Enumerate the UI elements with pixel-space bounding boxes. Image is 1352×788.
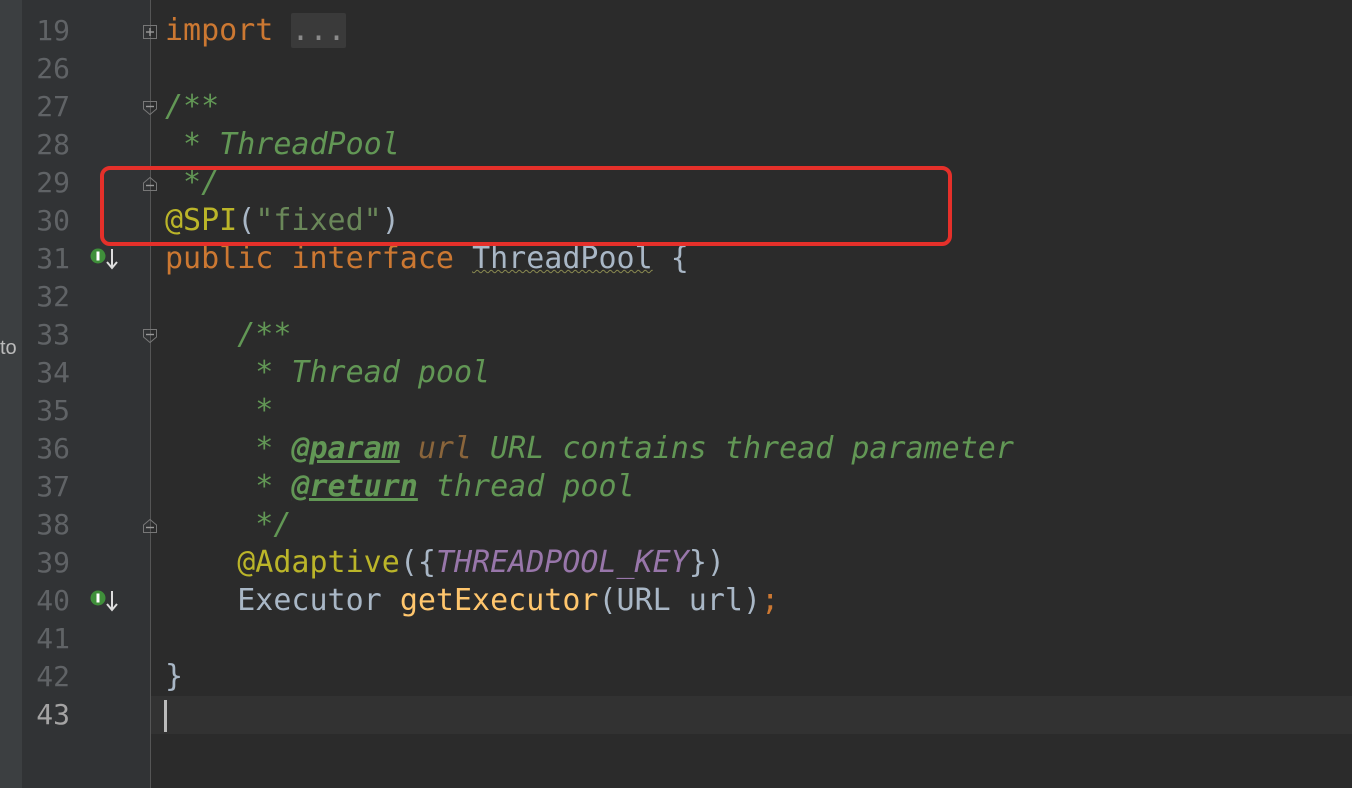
line-number: 41: [36, 622, 70, 655]
code-token: (URL url): [598, 583, 762, 618]
line-number: 40: [36, 584, 70, 617]
implemented-method-icon[interactable]: [90, 589, 120, 613]
line-number: 34: [36, 356, 70, 389]
code-line[interactable]: 40 Executor getExecutor(URL url);: [0, 582, 1352, 620]
code-line[interactable]: 41: [0, 620, 1352, 658]
collapse-fold-icon[interactable]: [143, 100, 157, 116]
line-number: 37: [36, 470, 70, 503]
code-line[interactable]: 36 * @param url URL contains thread para…: [0, 430, 1352, 468]
line-number: 43: [36, 698, 70, 731]
code-token: * Thread pool: [165, 355, 491, 390]
code-token: URL contains thread parameter: [472, 431, 1014, 466]
line-number: 30: [36, 204, 70, 237]
code-text[interactable]: @Adaptive({THREADPOOL_KEY}): [165, 544, 725, 582]
code-line[interactable]: 27 /**: [0, 88, 1352, 126]
code-text[interactable]: import ...: [165, 12, 346, 50]
line-number: 32: [36, 280, 70, 313]
code-token: import: [165, 13, 274, 48]
line-number: 36: [36, 432, 70, 465]
code-text[interactable]: * Thread pool: [165, 354, 490, 392]
code-text[interactable]: }: [165, 658, 183, 696]
code-token: ThreadPool: [472, 241, 653, 276]
code-text[interactable]: * ThreadPool: [165, 126, 400, 164]
code-token: /**: [165, 89, 220, 124]
code-token: @return: [291, 469, 418, 504]
annotation-highlight-box: [100, 166, 952, 246]
code-line[interactable]: 32: [0, 278, 1352, 316]
code-token: *: [165, 469, 292, 504]
code-line[interactable]: 26: [0, 50, 1352, 88]
code-line[interactable]: 35 *: [0, 392, 1352, 430]
line-number: 42: [36, 660, 70, 693]
code-text[interactable]: /**: [165, 316, 291, 354]
code-token: *: [165, 393, 274, 428]
code-text[interactable]: Executor getExecutor(URL url);: [165, 582, 779, 620]
code-text[interactable]: *: [165, 392, 273, 430]
code-token: THREADPOOL_KEY: [435, 545, 689, 580]
code-token: interface: [291, 241, 454, 276]
code-token: }: [165, 659, 184, 694]
code-token: ({: [399, 545, 436, 580]
code-token: url: [417, 431, 473, 466]
code-line[interactable]: 38 */: [0, 506, 1352, 544]
line-number: 28: [36, 128, 70, 161]
line-number: 19: [36, 14, 70, 47]
code-token: thread pool: [417, 469, 635, 504]
code-token: ...: [291, 13, 346, 48]
collapse-fold-icon[interactable]: [143, 328, 157, 344]
code-token: @param: [291, 431, 400, 466]
line-number: 27: [36, 90, 70, 123]
code-text[interactable]: */: [165, 506, 291, 544]
line-number: 29: [36, 166, 70, 199]
line-number-partial: 18: [34, 0, 84, 8]
expand-fold-icon[interactable]: [143, 24, 157, 39]
line-number: 31: [36, 242, 70, 275]
code-line[interactable]: 42}: [0, 658, 1352, 696]
code-line[interactable]: 33 /**: [0, 316, 1352, 354]
line-number: 38: [36, 508, 70, 541]
code-line[interactable]: 34 * Thread pool: [0, 354, 1352, 392]
code-line[interactable]: 39 @Adaptive({THREADPOOL_KEY}): [0, 544, 1352, 582]
line-number: 33: [36, 318, 70, 351]
code-token: Executor: [165, 583, 400, 618]
line-number: 26: [36, 52, 70, 85]
code-token: }): [688, 545, 725, 580]
code-token: *: [165, 431, 292, 466]
collapse-fold-icon[interactable]: [143, 518, 157, 533]
code-line[interactable]: 37 * @return thread pool: [0, 468, 1352, 506]
code-token: ;: [761, 583, 780, 618]
collapse-fold-icon[interactable]: [143, 176, 157, 191]
line-number: 35: [36, 394, 70, 427]
code-token: @Adaptive: [237, 545, 400, 580]
line-number: 39: [36, 546, 70, 579]
code-token: /**: [165, 317, 292, 352]
code-text[interactable]: * @return thread pool: [165, 468, 635, 506]
code-line[interactable]: 28 * ThreadPool: [0, 126, 1352, 164]
code-text[interactable]: * @param url URL contains thread paramet…: [165, 430, 1014, 468]
code-line[interactable]: 43: [0, 696, 1352, 734]
code-token: */: [165, 507, 292, 542]
code-text[interactable]: /**: [165, 88, 219, 126]
code-line[interactable]: 19 import ...: [0, 12, 1352, 50]
code-token: public: [165, 241, 274, 276]
code-token: {: [652, 241, 689, 276]
text-cursor: [164, 700, 167, 732]
code-token: * ThreadPool: [165, 127, 400, 162]
implemented-interface-icon[interactable]: [90, 247, 120, 271]
code-token: getExecutor: [399, 583, 599, 618]
